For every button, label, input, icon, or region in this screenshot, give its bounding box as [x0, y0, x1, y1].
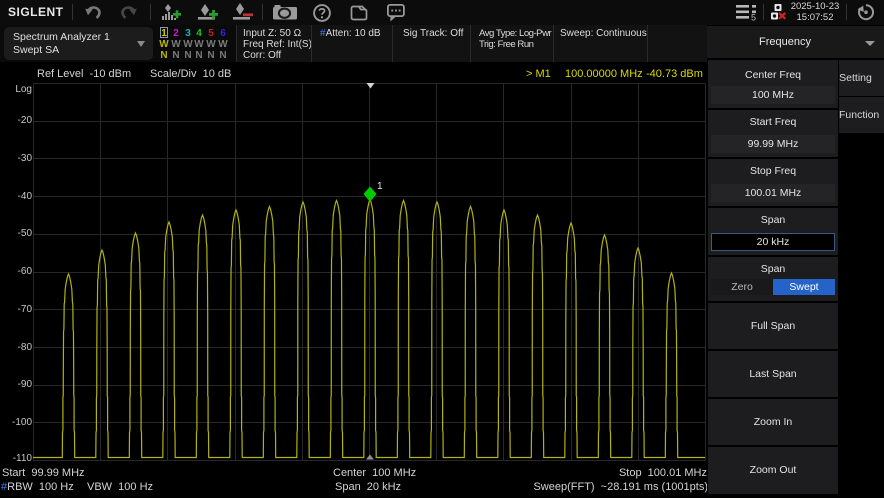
svg-text:1: 1: [377, 181, 383, 192]
svg-text:5: 5: [751, 12, 756, 21]
